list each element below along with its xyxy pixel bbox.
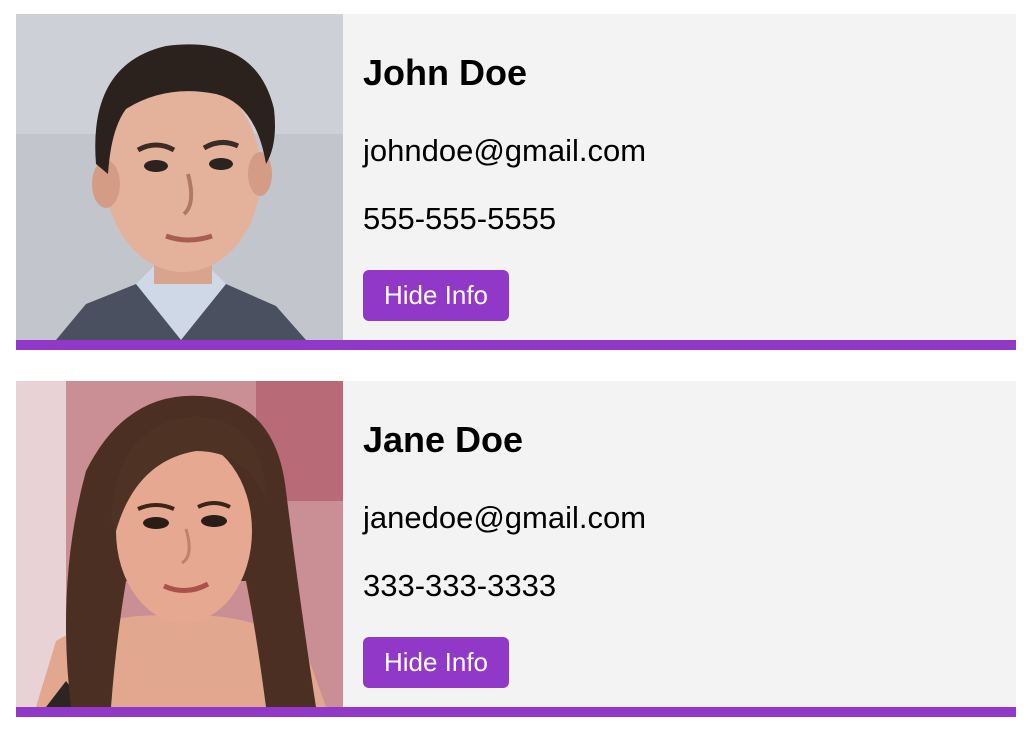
hide-info-button[interactable]: Hide Info [363,637,509,688]
user-name: Jane Doe [363,419,524,460]
user-name: John Doe [363,52,528,93]
user-email: johndoe@gmail.com [363,133,647,168]
user-info: Jane Doe janedoe@gmail.com 333-333-3333 … [343,381,1016,707]
hide-info-button[interactable]: Hide Info [363,270,509,321]
user-card: Jane Doe janedoe@gmail.com 333-333-3333 … [16,381,1016,717]
user-photo [16,14,343,340]
user-info: John Doe johndoe@gmail.com 555-555-5555 … [343,14,1016,340]
user-email: janedoe@gmail.com [363,500,647,535]
user-photo [16,381,343,707]
user-card: John Doe johndoe@gmail.com 555-555-5555 … [16,14,1016,350]
user-phone: 555-555-5555 [363,201,557,236]
user-phone: 333-333-3333 [363,568,557,603]
